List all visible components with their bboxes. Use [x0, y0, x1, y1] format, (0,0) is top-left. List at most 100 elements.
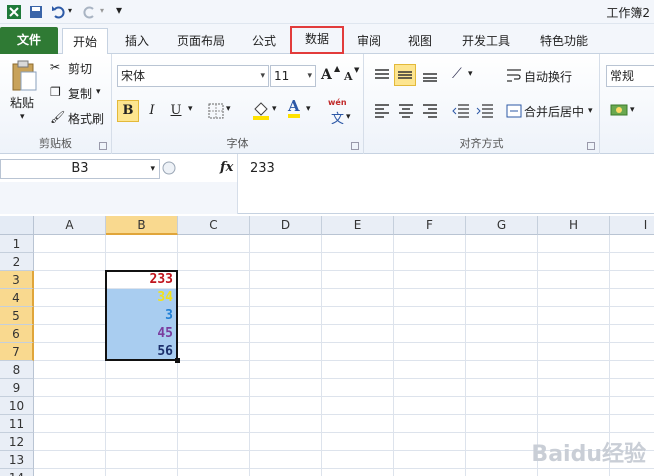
row-header-5[interactable]: 5 — [0, 307, 34, 325]
alignment-launcher-icon[interactable] — [587, 142, 595, 150]
column-header-g[interactable]: G — [466, 216, 538, 235]
column-header-e[interactable]: E — [322, 216, 394, 235]
tab-insert[interactable]: 插入 — [112, 28, 162, 54]
row-header-12[interactable]: 12 — [0, 433, 34, 451]
paste-button[interactable]: 粘贴 — [10, 94, 34, 111]
merge-dropdown-icon[interactable]: ▾ — [588, 106, 593, 116]
merge-center-button[interactable]: 合并后居中 — [524, 103, 584, 120]
selection-outline — [105, 270, 178, 361]
phonetic-guide-button[interactable]: 文 — [331, 108, 344, 127]
select-all-corner[interactable] — [0, 216, 34, 235]
row-header-1[interactable]: 1 — [0, 235, 34, 253]
column-header-a[interactable]: A — [34, 216, 106, 235]
format-painter-icon[interactable]: 🖌 — [50, 110, 65, 124]
formula-bar-resize-icon[interactable] — [162, 161, 176, 175]
row-header-6[interactable]: 6 — [0, 325, 34, 343]
bold-button[interactable]: B — [117, 100, 139, 122]
align-bottom-icon[interactable] — [422, 70, 438, 82]
fill-color-dropdown-icon[interactable]: ▾ — [272, 104, 277, 114]
row-header-3[interactable]: 3 — [0, 271, 34, 289]
chevron-down-icon: ▾ — [260, 71, 265, 81]
row-header-14[interactable]: 14 — [0, 469, 34, 476]
orientation-dropdown-icon[interactable]: ▾ — [468, 69, 473, 79]
fill-handle[interactable] — [175, 358, 180, 363]
increase-indent-icon[interactable] — [476, 104, 494, 118]
column-header-f[interactable]: F — [394, 216, 466, 235]
underline-button[interactable]: U — [165, 100, 187, 122]
number-format-select[interactable]: 常规 — [606, 65, 654, 87]
wrap-text-icon — [507, 69, 521, 82]
align-right-icon[interactable] — [422, 104, 438, 118]
font-color-dropdown-icon[interactable]: ▾ — [306, 104, 311, 114]
name-box-value: B3 — [71, 161, 89, 176]
row-header-13[interactable]: 13 — [0, 451, 34, 469]
phonetic-dropdown-icon[interactable]: ▾ — [346, 112, 351, 122]
currency-format-icon[interactable] — [610, 102, 628, 118]
borders-dropdown-icon[interactable]: ▾ — [226, 104, 231, 114]
tab-view[interactable]: 视图 — [396, 28, 444, 54]
font-group: 宋体 ▾ 11 ▾ A ▲ A ▼ B I U ▾ ▾ ▾ A ▾ wén 文 … — [112, 54, 364, 154]
font-launcher-icon[interactable] — [351, 142, 359, 150]
customize-qat-icon[interactable]: ▾ — [116, 3, 122, 17]
format-painter-button[interactable]: 格式刷 — [68, 110, 104, 127]
orientation-icon[interactable]: ⟋ — [452, 66, 462, 82]
copy-icon[interactable]: ❐ — [50, 85, 61, 99]
clipboard-launcher-icon[interactable] — [99, 142, 107, 150]
excel-logo-icon — [7, 5, 21, 19]
borders-icon[interactable] — [208, 103, 224, 119]
tab-home[interactable]: 开始 — [62, 28, 108, 55]
fill-color-icon[interactable] — [252, 100, 270, 120]
worksheet-grid[interactable]: ABCDEFGHI 1234567891011121314 2333434556… — [0, 216, 654, 476]
grow-font-button[interactable]: A — [321, 67, 332, 83]
gridline — [34, 432, 654, 433]
cut-button[interactable]: 剪切 — [68, 60, 92, 77]
tab-formulas[interactable]: 公式 — [240, 28, 288, 54]
row-header-4[interactable]: 4 — [0, 289, 34, 307]
align-top-icon[interactable] — [374, 69, 390, 81]
tab-file[interactable]: 文件 — [0, 27, 58, 54]
column-header-i[interactable]: I — [610, 216, 654, 235]
font-name-select[interactable]: 宋体 ▾ — [117, 65, 269, 87]
tab-data[interactable]: 数据 — [290, 26, 344, 54]
column-header-b[interactable]: B — [106, 216, 178, 235]
tab-features[interactable]: 特色功能 — [528, 28, 600, 54]
tab-review[interactable]: 审阅 — [346, 28, 392, 54]
column-header-h[interactable]: H — [538, 216, 610, 235]
formula-input[interactable]: 233 — [250, 161, 275, 176]
column-header-d[interactable]: D — [250, 216, 322, 235]
insert-function-button[interactable]: fx — [220, 160, 233, 175]
copy-dropdown-icon[interactable]: ▾ — [96, 87, 101, 97]
paste-dropdown-icon[interactable]: ▾ — [20, 112, 25, 122]
row-header-11[interactable]: 11 — [0, 415, 34, 433]
undo-icon[interactable] — [50, 4, 66, 20]
cut-icon[interactable]: ✂ — [50, 60, 60, 74]
row-header-2[interactable]: 2 — [0, 253, 34, 271]
save-icon[interactable] — [28, 4, 44, 20]
font-color-button[interactable]: A — [288, 98, 300, 118]
redo-dropdown-icon[interactable]: ▾ — [100, 6, 104, 15]
row-header-7[interactable]: 7 — [0, 343, 34, 361]
currency-dropdown-icon[interactable]: ▾ — [630, 105, 635, 115]
row-header-9[interactable]: 9 — [0, 379, 34, 397]
italic-button[interactable]: I — [141, 100, 163, 122]
decrease-indent-icon[interactable] — [452, 104, 470, 118]
underline-dropdown-icon[interactable]: ▾ — [188, 104, 193, 114]
tab-developer[interactable]: 开发工具 — [450, 28, 522, 54]
font-size-select[interactable]: 11 ▾ — [270, 65, 316, 87]
name-box[interactable]: B3 ▾ — [0, 159, 160, 179]
paste-icon[interactable] — [10, 60, 38, 92]
copy-button[interactable]: 复制 — [68, 85, 92, 102]
align-middle-button[interactable] — [394, 64, 416, 86]
redo-icon[interactable] — [82, 4, 98, 20]
font-group-label: 字体 — [226, 137, 249, 150]
wrap-text-button[interactable]: 自动换行 — [524, 68, 572, 85]
align-center-icon[interactable] — [398, 104, 414, 118]
align-left-icon[interactable] — [374, 104, 390, 118]
shrink-font-button[interactable]: A — [344, 70, 353, 83]
tab-page-layout[interactable]: 页面布局 — [166, 28, 236, 54]
undo-dropdown-icon[interactable]: ▾ — [68, 6, 72, 15]
row-header-10[interactable]: 10 — [0, 397, 34, 415]
row-header-8[interactable]: 8 — [0, 361, 34, 379]
column-header-c[interactable]: C — [178, 216, 250, 235]
formula-bar-divider — [237, 154, 238, 214]
